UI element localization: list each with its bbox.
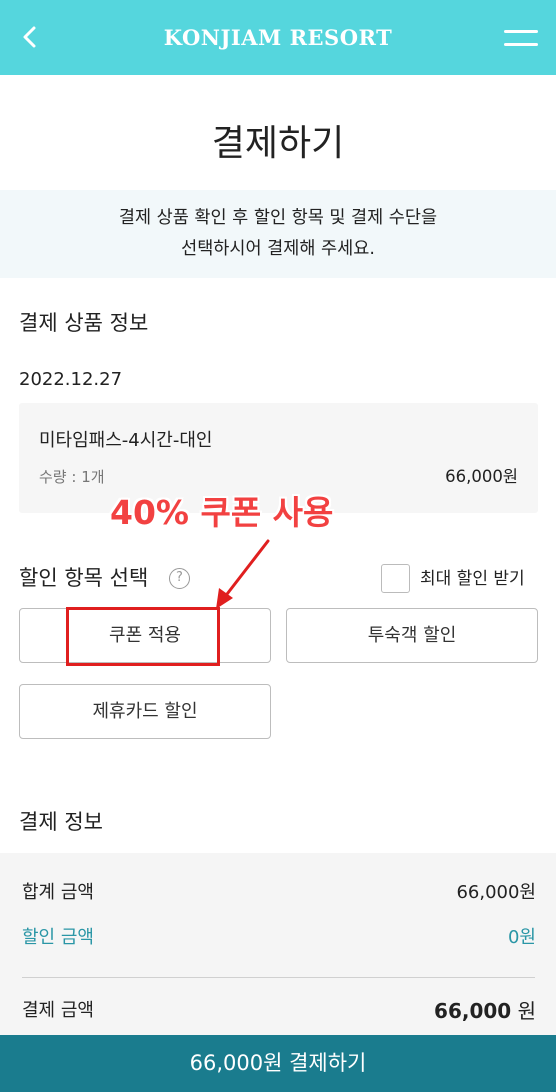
- discount-section-title: 할인 항목 선택: [19, 566, 149, 590]
- hamburger-menu-icon: [504, 30, 538, 33]
- notice-line-2: 선택하시어 결제해 주세요.: [181, 239, 375, 259]
- pay-button[interactable]: 66,000원 결제하기: [0, 1035, 556, 1092]
- top-bar: KONJIAM RESORT: [0, 0, 556, 75]
- notice-line-1: 결제 상품 확인 후 할인 항목 및 결제 수단을: [118, 208, 438, 228]
- notice-box: 결제 상품 확인 후 할인 항목 및 결제 수단을 선택하시어 결제해 주세요.: [0, 190, 556, 278]
- menu-button[interactable]: [504, 28, 540, 50]
- max-discount-checkbox[interactable]: [381, 564, 410, 593]
- product-name: 미타임패스-4시간-대인: [39, 430, 213, 451]
- product-section-title: 결제 상품 정보: [19, 311, 149, 335]
- page-title: 결제하기: [211, 123, 345, 164]
- final-amount-unit: 원: [517, 999, 536, 1023]
- discount-amount-label: 할인 금액: [22, 927, 94, 948]
- total-amount-value: 66,000원: [456, 882, 536, 903]
- final-amount-value: 66,000 원: [434, 997, 536, 1025]
- max-discount-label[interactable]: 최대 할인 받기: [420, 566, 525, 592]
- partner-card-discount-button[interactable]: 제휴카드 할인: [19, 684, 271, 739]
- coupon-apply-button[interactable]: 쿠폰 적용: [19, 608, 271, 663]
- brand-logo[interactable]: KONJIAM RESORT: [0, 24, 556, 52]
- guest-discount-button[interactable]: 투숙객 할인: [286, 608, 538, 663]
- visit-date: 2022.12.27: [19, 369, 123, 390]
- payment-info-panel: 합계 금액 66,000원 할인 금액 0원 결제 금액 66,000 원: [0, 853, 556, 1053]
- annotation-label: 40% 쿠폰 사용: [110, 493, 334, 532]
- divider: [22, 977, 535, 978]
- payment-section-title: 결제 정보: [19, 810, 103, 834]
- question-circle-icon[interactable]: ?: [169, 568, 190, 589]
- product-quantity: 수량 : 1개: [39, 468, 105, 486]
- product-price: 66,000원: [445, 467, 518, 486]
- discount-amount-value: 0원: [507, 927, 536, 948]
- final-amount-label: 결제 금액: [22, 1000, 94, 1021]
- final-amount-number: 66,000: [434, 999, 512, 1023]
- total-amount-label: 합계 금액: [22, 882, 94, 903]
